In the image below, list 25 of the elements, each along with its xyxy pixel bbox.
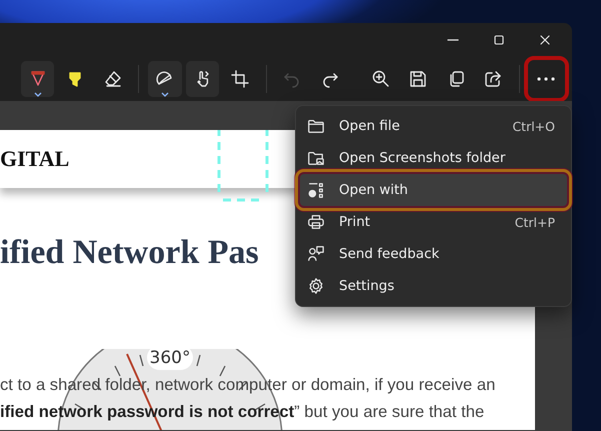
menu-item[interactable]: Print Ctrl+P — [300, 206, 567, 238]
printer-icon — [307, 213, 325, 231]
feedback-icon — [307, 245, 325, 263]
menu-item[interactable]: Settings — [300, 270, 567, 302]
settings-icon — [307, 277, 325, 295]
menu-item[interactable]: Open with — [300, 174, 567, 206]
pen-tool-button[interactable] — [21, 61, 54, 97]
picture-folder-icon — [307, 149, 325, 167]
open-with-icon — [307, 181, 325, 199]
save-icon — [408, 69, 428, 89]
more-icon — [537, 77, 556, 81]
share-icon — [483, 69, 504, 89]
crop-icon — [230, 69, 250, 89]
zoom-in-icon — [370, 69, 391, 89]
folder-icon — [307, 117, 325, 135]
menu-item[interactable]: Send feedback — [300, 238, 567, 270]
menu-item[interactable]: Open Screenshots folder — [300, 142, 567, 174]
minimize-icon — [447, 39, 459, 41]
article-heading: ified Network Pas — [0, 234, 259, 272]
touch-tool-button[interactable] — [186, 61, 220, 97]
menu-item[interactable]: Open file Ctrl+O — [300, 110, 567, 142]
ruler-tool-button[interactable] — [148, 61, 182, 97]
dashed-frame-drawing — [217, 130, 269, 202]
site-logo-text: GITAL — [0, 146, 70, 172]
eraser-icon — [102, 69, 123, 89]
